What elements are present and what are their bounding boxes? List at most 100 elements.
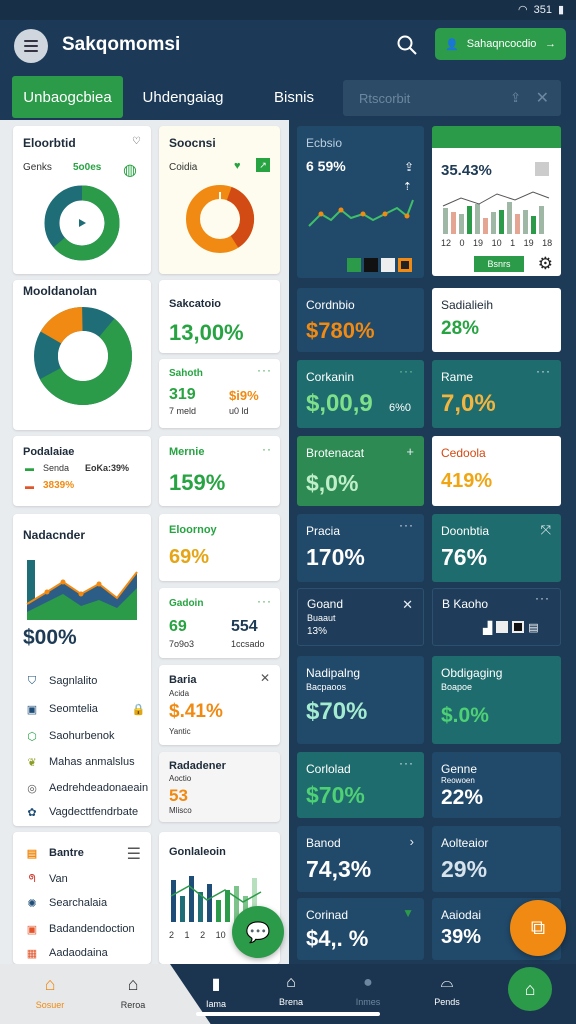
list-item[interactable]: ▦ Aadaodaina — [25, 946, 108, 960]
nav-item-iama[interactable]: ▮ Iama — [186, 974, 246, 1009]
tile-title: Genne — [441, 762, 478, 776]
card-title: Radadener — [169, 760, 226, 772]
more-icon[interactable]: ··· — [399, 756, 414, 770]
gear-icon[interactable]: ⚙ — [538, 254, 553, 274]
expand-icon[interactable]: ⤧ — [541, 522, 551, 538]
close-icon[interactable]: ✕ — [260, 671, 270, 685]
card-sub-2: Yantic — [169, 727, 191, 736]
search-input[interactable]: Rtscorbit ⇪ ✕ — [343, 80, 561, 116]
more-icon[interactable]: ·· — [262, 442, 272, 456]
card-sahoth[interactable]: Sahoth ··· 319 $i9% 7 meld u0 ld — [159, 359, 280, 428]
more-icon[interactable]: ··· — [399, 518, 414, 532]
more-icon[interactable]: ··· — [257, 363, 272, 377]
card-radadener[interactable]: Radadener Aoctio 53 Mlisco — [159, 752, 280, 822]
tile-value: 22% — [441, 786, 484, 809]
close-icon[interactable]: ✕ — [541, 129, 551, 143]
more-icon[interactable]: ··· — [535, 591, 550, 605]
list-item[interactable]: ✿ Vagdecttfendrbate — [25, 805, 138, 819]
tile-title: Rame — [441, 370, 474, 384]
chevron-right-icon[interactable]: › — [410, 834, 414, 849]
camera-fab-button[interactable]: ⧉ — [510, 900, 566, 956]
tab-unbaogcbiea[interactable]: Unbaogcbiea — [12, 76, 123, 118]
list-item[interactable]: ❦ Mahas anmalslus — [25, 755, 134, 769]
search-icon[interactable] — [396, 34, 418, 56]
list-item[interactable]: ▣ Badandendoction — [25, 922, 135, 936]
plus-icon[interactable]: + — [406, 444, 414, 459]
card-value-1: 69 — [169, 618, 187, 635]
tile-banod[interactable]: Banod › 74,3% — [297, 826, 424, 892]
nav-item-reroa[interactable]: ⌂ Reroa — [103, 974, 163, 1010]
globe-icon: ✺ — [27, 897, 37, 910]
home-fab-button[interactable]: ⌂ — [508, 967, 552, 1011]
badge[interactable]: Bsnrs — [474, 256, 524, 272]
card-bantre[interactable]: ▤ Bantre ☰ ᖗ Van ✺ Searchalaia ▣ Badandendoc… — [13, 832, 151, 964]
menu-icon[interactable]: ☰ — [127, 844, 141, 864]
tab-bisnis[interactable]: Bisnis — [256, 76, 332, 118]
dark-icon — [512, 621, 525, 633]
card-nadacnder[interactable]: Nadacnder $00% ⛉ Sagnlalito ▣ Seomtelia 🔒 ⬡… — [13, 514, 151, 826]
card-eloornoy[interactable]: Eloornoy 69% — [159, 514, 280, 581]
card-gadoin[interactable]: Gadoin ··· 69 554 7o9o3 1ccsado — [159, 588, 280, 658]
nav-item-inmes[interactable]: ● Inmes — [338, 974, 398, 1007]
tile-b-kaoho[interactable]: B Kaoho ··· ▟ ▤ — [432, 588, 561, 646]
tile-cedoola[interactable]: Cedoola 419% — [432, 436, 561, 506]
more-icon[interactable]: ··· — [399, 364, 414, 378]
list-item-label: Aadaodaina — [49, 947, 108, 959]
tile-pracia[interactable]: Pracia ··· 170% — [297, 514, 424, 582]
menu-button[interactable] — [14, 29, 48, 63]
tile-rame[interactable]: Rame ··· 7,0% — [432, 360, 561, 428]
tab-uhdengaiag[interactable]: Uhdengaiag — [130, 76, 236, 118]
tile-goand[interactable]: Goand ✕ Buaaut 13% — [297, 588, 424, 646]
card-mernie[interactable]: Mernie ·· 159% — [159, 436, 280, 506]
signal-strength: 351 — [533, 3, 552, 16]
tile-obdigaging[interactable]: Obdigaging Boapoe $.0% — [432, 656, 561, 744]
card-title: Nadacnder — [23, 528, 86, 542]
account-button[interactable]: 👤 Sahaqncocdio → — [435, 28, 566, 60]
list-item[interactable]: ◎ Aedrehdeadonaeain — [25, 781, 148, 795]
close-icon[interactable]: ✕ — [536, 88, 549, 108]
axis-ticks: 12 0 19 10 1 19 18 — [441, 238, 553, 248]
tile-aolteaior[interactable]: Aolteaior 29% — [432, 826, 561, 892]
list-item[interactable]: ⬡ Saohurbenok — [25, 729, 114, 743]
gear-icon: ✿ — [27, 806, 37, 819]
tile-title: Aolteaior — [441, 836, 489, 850]
chevron-down-icon[interactable]: ▼ — [402, 906, 414, 920]
nav-item-brena[interactable]: ⌂ Brena — [261, 974, 321, 1007]
nav-item-pends[interactable]: ⌓ Pends — [417, 974, 477, 1007]
tile-title: Pracia — [306, 524, 341, 538]
list-item[interactable]: ▣ Seomtelia 🔒 — [25, 702, 146, 716]
card-baria[interactable]: Baria ✕ Acida $.41% Yantic — [159, 665, 280, 745]
tile-title: Cedoola — [441, 446, 486, 460]
expand-icon[interactable]: ↗ — [256, 158, 270, 172]
list-item[interactable]: ✺ Searchalaia — [25, 896, 107, 910]
tile-corkanin[interactable]: Corkanin ··· $,00,9 6%0 — [297, 360, 424, 428]
tile-sub: Boapoe — [441, 682, 473, 692]
tile-title: Cordnbio — [306, 298, 355, 312]
tile-brotenacat[interactable]: Brotenacat + $,0% — [297, 436, 424, 506]
tile-title: Banod — [306, 836, 341, 850]
card-eloorbtid[interactable]: Eloorbtid ♡ Genks 5o0es ◍ — [13, 126, 151, 274]
card-sakcatoio[interactable]: Sakcatoio 13,00% — [159, 280, 280, 353]
tile-ecbsio[interactable]: Ecbsio 6 59% ⇪ ⇡ — [297, 126, 424, 278]
tile-doonbtia[interactable]: Doonbtia ⤧ 76% — [432, 514, 561, 582]
card-mooldanolan[interactable]: Mooldanolan — [13, 280, 151, 430]
tile-sadialieih[interactable]: Sadialieih 28% — [432, 288, 561, 352]
tile-cordnbio[interactable]: Cordnbio $780% — [297, 288, 424, 352]
list-item[interactable]: ᖗ Van — [25, 872, 67, 886]
tile-nadipalng[interactable]: Nadipalng Bacpaoos $70% — [297, 656, 424, 744]
tile-ecdonolio[interactable]: Ecdonolio ✕ 35.43% 12 0 19 10 1 19 18 Bs… — [432, 126, 561, 276]
card-soocnsi[interactable]: Soocnsi Coidia ♥ ↗ — [159, 126, 280, 274]
tile-corlolad[interactable]: Corlolad ··· $70% — [297, 752, 424, 818]
nav-item-home[interactable]: ⌂ Sosuer — [20, 974, 80, 1010]
card-podalaiae[interactable]: Podalaiae ▬ Senda EoKa:39% ▬ 3839% — [13, 436, 151, 506]
tile-genne[interactable]: Genne Reowoen 22% — [432, 752, 561, 818]
more-icon[interactable]: ··· — [257, 594, 272, 608]
close-icon[interactable]: ✕ — [402, 597, 413, 613]
tile-value: 35.43% — [441, 162, 492, 179]
more-icon[interactable]: ··· — [536, 364, 551, 378]
tile-corinad[interactable]: Corinad ▼ $4,. % — [297, 898, 424, 960]
upload-icon[interactable]: ⇪ — [404, 160, 414, 174]
list-item[interactable]: ⛉ Sagnlalito — [25, 674, 97, 688]
share-icon[interactable]: ⇪ — [510, 90, 521, 106]
chat-fab-button[interactable]: 💬 — [232, 906, 284, 958]
